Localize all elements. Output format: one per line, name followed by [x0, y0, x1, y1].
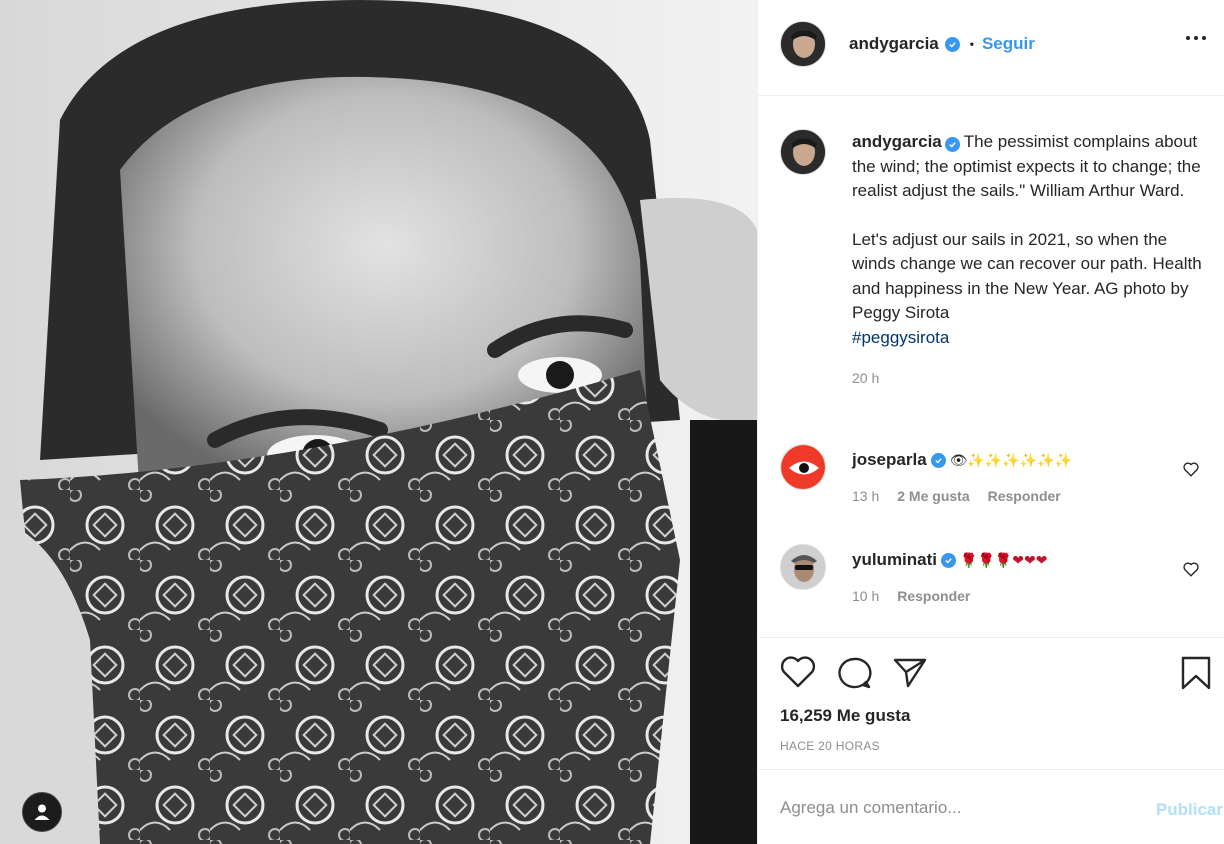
verified-badge-icon — [941, 552, 957, 568]
post-photo[interactable] — [0, 0, 757, 844]
follow-button[interactable]: Seguir — [982, 34, 1035, 54]
verified-badge-icon — [944, 36, 960, 52]
author-username[interactable]: andygarcia — [849, 34, 939, 54]
commenter-avatar[interactable] — [780, 444, 826, 490]
avatar-image — [781, 545, 825, 589]
like-comment-heart-icon[interactable] — [1182, 560, 1200, 578]
comment-timestamp[interactable]: 13 h — [852, 488, 879, 504]
comment-username[interactable]: yuluminati — [852, 550, 937, 570]
comment-timestamp[interactable]: 10 h — [852, 588, 879, 604]
add-comment-form: Publicar — [758, 769, 1224, 844]
avatar-image — [781, 130, 825, 174]
bookmark-save-icon[interactable] — [1180, 656, 1212, 690]
like-heart-icon[interactable] — [780, 656, 816, 688]
comments-section: andygarcia The pessimist complains about … — [758, 97, 1224, 637]
caption-author-avatar[interactable] — [780, 129, 826, 175]
post-photo-image — [0, 0, 757, 844]
verified-badge-icon — [944, 137, 960, 152]
avatar-image — [781, 22, 825, 66]
comment-likes-count[interactable]: 2 Me gusta — [897, 488, 969, 504]
likes-count[interactable]: 16,259 Me gusta — [780, 706, 910, 726]
comment-text: 👁✨✨✨✨✨✨ — [949, 451, 1073, 468]
caption-username[interactable]: andygarcia — [852, 132, 942, 151]
reply-button[interactable]: Responder — [988, 488, 1061, 504]
post-sidebar: andygarcia • Seguir andygarcia The pessi… — [757, 0, 1224, 844]
publish-button[interactable]: Publicar — [1156, 800, 1223, 820]
post-timestamp[interactable]: HACE 20 HORAS — [780, 739, 880, 753]
eye-logo-icon — [781, 445, 825, 489]
post-actions: 16,259 Me gusta HACE 20 HORAS — [758, 637, 1224, 769]
commenter-avatar[interactable] — [780, 544, 826, 590]
user-icon — [34, 804, 50, 820]
caption-timestamp[interactable]: 20 h — [852, 366, 1202, 391]
share-send-icon[interactable] — [892, 656, 928, 688]
comment-text: 🌹🌹🌹❤❤❤ — [960, 551, 1048, 568]
comment-item: yuluminati 🌹🌹🌹❤❤❤ 10 h Responder — [780, 544, 1210, 624]
like-comment-heart-icon[interactable] — [1182, 460, 1200, 478]
tagged-users-button[interactable] — [22, 792, 62, 832]
verified-badge-icon — [930, 452, 946, 468]
separator-dot: • — [969, 37, 974, 51]
comment-username[interactable]: joseparla — [852, 450, 927, 470]
more-horizontal-icon[interactable] — [1186, 36, 1206, 40]
comment-bubble-icon[interactable] — [836, 656, 872, 690]
comment-item: joseparla 👁✨✨✨✨✨✨ 13 h 2 Me gusta Respon… — [780, 444, 1210, 524]
author-avatar[interactable] — [780, 21, 826, 67]
hashtag-link[interactable]: #peggysirota — [852, 326, 1202, 351]
reply-button[interactable]: Responder — [897, 588, 970, 604]
comment-input[interactable] — [780, 798, 1110, 818]
caption-text-block: andygarcia The pessimist complains about … — [852, 130, 1202, 391]
caption-body: Let's adjust our sails in 2021, so when … — [852, 229, 1202, 323]
post-header: andygarcia • Seguir — [758, 0, 1224, 96]
